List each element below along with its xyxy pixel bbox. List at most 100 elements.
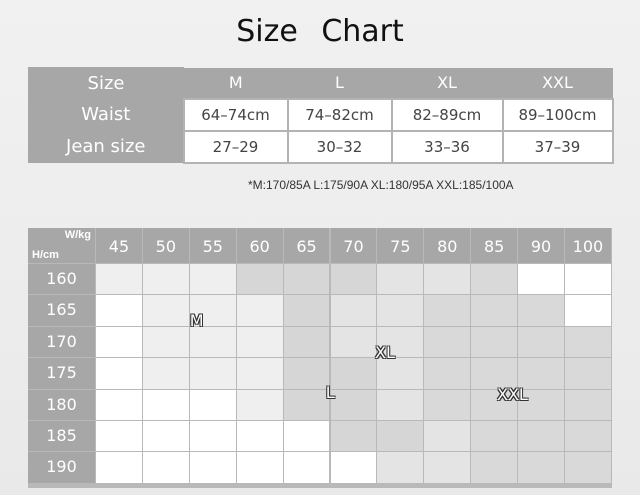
height-header: 175	[28, 358, 95, 389]
grid-cell	[142, 295, 189, 326]
grid-cell	[96, 452, 142, 483]
grid-cell	[565, 358, 611, 389]
grid-cell	[424, 358, 471, 389]
grid-cell	[424, 421, 471, 452]
waist-value: 82–89cm	[390, 97, 504, 132]
grid-cell	[471, 264, 518, 295]
size-header-xxl: XXL	[502, 67, 613, 99]
grid-cell	[565, 389, 611, 420]
grid-cell	[471, 326, 518, 358]
size-zone-label: M	[189, 311, 204, 331]
waist-value: 89–100cm	[501, 97, 614, 132]
grid-cell	[189, 358, 236, 389]
height-header: 160	[28, 264, 95, 295]
jean-size-row: Jean size 27–29 30–32 33–36 37–39	[28, 129, 614, 164]
weight-header: 85	[471, 228, 518, 263]
grid-cell	[377, 358, 424, 389]
weight-header: 65	[283, 228, 330, 263]
weight-header: 100	[565, 228, 611, 263]
grid-cell	[565, 295, 611, 326]
grid-cell	[283, 421, 330, 452]
weight-header: 80	[424, 228, 471, 263]
weight-header: 45	[96, 228, 142, 263]
grid-cell	[518, 326, 564, 358]
waist-row: Waist 64–74cm 74–82cm 82–89cm 89–100cm	[28, 97, 614, 132]
grid-cell	[96, 389, 142, 420]
weight-header: 75	[377, 228, 424, 263]
size-zone-label: L	[325, 383, 335, 403]
height-header: 190	[28, 452, 95, 483]
jean-size-value: 37–39	[501, 129, 614, 164]
grid-cell	[565, 452, 611, 483]
grid-cell	[236, 389, 283, 420]
grid-cell	[424, 264, 471, 295]
size-table: Size M L XL XXL Waist 64–74cm 74–82cm 82…	[28, 67, 614, 164]
grid-cell	[96, 421, 142, 452]
grid-cell	[189, 421, 236, 452]
grid-cell	[330, 295, 377, 326]
grid-cell	[283, 389, 330, 420]
size-note: *M:170/85A L:175/90A XL:180/95A XXL:185/…	[248, 178, 514, 192]
grid-cell	[283, 358, 330, 389]
jean-size-label: Jean size	[28, 130, 184, 163]
page-title: Size Chart	[236, 14, 404, 49]
grid-cell	[236, 295, 283, 326]
grid-cell	[189, 452, 236, 483]
jean-size-value: 33–36	[390, 129, 504, 164]
weight-header: 70	[330, 228, 377, 263]
jean-size-value: 27–29	[182, 129, 289, 164]
height-header: 170	[28, 326, 95, 358]
size-header-l: L	[287, 67, 392, 99]
grid-cell	[330, 389, 377, 420]
grid-cell	[236, 421, 283, 452]
size-zone-label: XL	[375, 342, 395, 362]
weight-header: 50	[142, 228, 189, 263]
grid-cell	[471, 452, 518, 483]
weight-header: 60	[236, 228, 283, 263]
grid-cell	[142, 326, 189, 358]
grid-cell	[377, 295, 424, 326]
grid-cell	[565, 421, 611, 452]
grid-cell	[377, 264, 424, 295]
grid-cell	[377, 421, 424, 452]
size-header-m: M	[183, 67, 288, 99]
grid-cell	[471, 421, 518, 452]
grid-cell	[142, 389, 189, 420]
grid-cell	[96, 358, 142, 389]
grid-cell	[330, 326, 377, 358]
grid-cell	[96, 326, 142, 358]
grid-cell	[283, 295, 330, 326]
grid-cell	[424, 389, 471, 420]
size-header-xl: XL	[391, 67, 503, 99]
waist-label: Waist	[28, 98, 184, 131]
weight-header: 90	[518, 228, 564, 263]
grid-cell	[377, 389, 424, 420]
size-header-label: Size	[28, 67, 184, 99]
weight-header: 55	[189, 228, 236, 263]
grid-cell	[189, 389, 236, 420]
height-header: 165	[28, 295, 95, 326]
grid-cell	[518, 421, 564, 452]
grid-cell	[283, 452, 330, 483]
grid-cell	[471, 295, 518, 326]
size-zone-label: XXL	[496, 384, 528, 404]
grid-cell	[283, 264, 330, 295]
grid-cell	[518, 452, 564, 483]
grid-cell	[96, 264, 142, 295]
weight-axis-label: W/kg	[64, 229, 91, 241]
size-table-header-row: Size M L XL XXL	[28, 67, 613, 99]
grid-cell	[565, 264, 611, 295]
grid-cell	[424, 326, 471, 358]
grid-cell	[377, 452, 424, 483]
grid-corner: W/kg H/cm	[28, 228, 95, 263]
grid-cell	[518, 295, 564, 326]
waist-value: 64–74cm	[182, 97, 289, 132]
grid-cell	[142, 421, 189, 452]
grid-cell	[330, 358, 377, 389]
grid-cell	[330, 264, 377, 295]
grid-cell	[189, 326, 236, 358]
jean-size-value: 30–32	[286, 129, 393, 164]
grid-cell	[330, 452, 377, 483]
grid-cell	[236, 452, 283, 483]
grid-cell	[236, 326, 283, 358]
